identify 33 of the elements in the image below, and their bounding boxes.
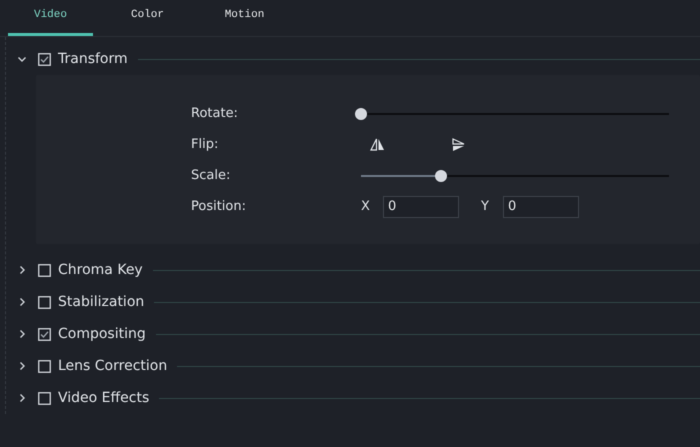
axis-label: X (361, 199, 371, 214)
checkbox[interactable] (38, 52, 51, 66)
checkbox[interactable] (38, 392, 51, 404)
section-title: Stabilization (58, 294, 144, 310)
slider-thumb[interactable] (435, 170, 448, 182)
axis-label: Y (481, 199, 490, 214)
section-title: Video Effects (58, 390, 150, 406)
checkbox[interactable] (38, 296, 51, 308)
control-label: Rotate: (191, 106, 239, 121)
slider-thumb[interactable] (355, 108, 367, 120)
section-title: Compositing (58, 326, 146, 342)
chevron-right-icon[interactable] (17, 297, 27, 307)
checkbox[interactable] (38, 264, 51, 276)
control-label: Scale: (191, 168, 232, 183)
control-label: Position: (191, 199, 247, 214)
section-title: Lens Correction (58, 358, 168, 374)
control-label: Flip: (191, 137, 220, 152)
chevron-right-icon[interactable] (17, 329, 27, 339)
section-title: Chroma Key (58, 262, 143, 278)
chevron-right-icon[interactable] (17, 361, 27, 371)
section-title: Transform (58, 51, 128, 67)
input-field[interactable]: 0 (383, 196, 459, 218)
checkbox[interactable] (38, 328, 51, 340)
chevron-right-icon[interactable] (17, 265, 27, 275)
flip-horizontal-icon[interactable] (370, 138, 385, 151)
chevron-down-icon[interactable] (17, 54, 27, 64)
flip-vertical-icon[interactable] (452, 138, 465, 152)
input-field[interactable]: 0 (503, 196, 579, 218)
checkbox[interactable] (38, 360, 51, 372)
tab[interactable]: Motion (202, 0, 287, 36)
tab[interactable]: Color (105, 0, 190, 36)
chevron-right-icon[interactable] (17, 393, 27, 403)
tab[interactable]: Video (8, 0, 93, 36)
